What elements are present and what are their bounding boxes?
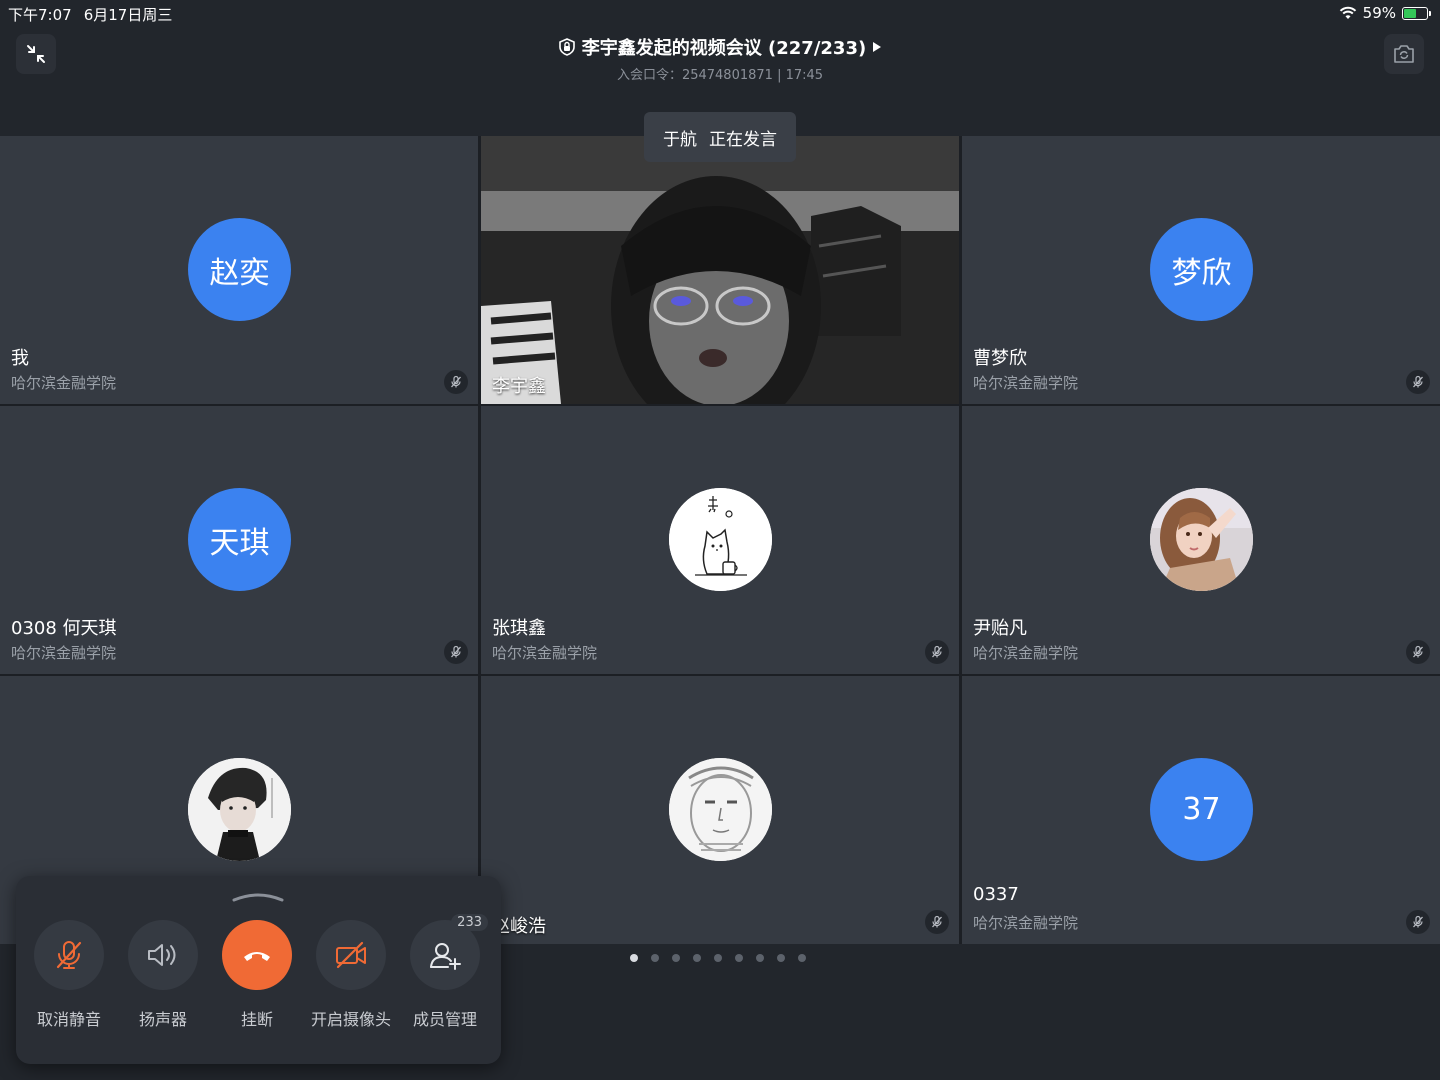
participant-name: 尹贻凡 xyxy=(973,618,1027,639)
participant-name: 0337 xyxy=(973,884,1019,905)
meeting-title-text: 李宇鑫发起的视频会议 (227/233) xyxy=(581,38,867,59)
page-dot[interactable] xyxy=(756,954,764,962)
battery-level xyxy=(1404,8,1416,18)
participant-avatar: 梦欣 xyxy=(1150,218,1253,321)
page-dot[interactable] xyxy=(777,954,785,962)
page-dot[interactable] xyxy=(630,954,638,962)
collapse-handle-icon[interactable] xyxy=(232,890,284,902)
participant-avatar-image xyxy=(669,758,772,861)
active-speaker-toast: 于航 正在发言 xyxy=(644,112,796,162)
active-speaker-status: 正在发言 xyxy=(709,129,777,150)
participant-name: 0308 何天琪 xyxy=(11,618,117,639)
members-control[interactable]: 233 成员管理 xyxy=(400,914,490,1030)
unmute-label: 取消静音 xyxy=(36,1010,101,1029)
participant-tile[interactable]: 尹贻凡 哈尔滨金融学院 xyxy=(962,406,1440,674)
members-label: 成员管理 xyxy=(412,1010,477,1029)
mic-off-icon xyxy=(56,941,82,969)
speaker-button[interactable] xyxy=(128,920,198,990)
camera-label: 开启摄像头 xyxy=(310,1010,391,1029)
participant-avatar: 天琪 xyxy=(188,488,291,591)
active-speaker-name: 于航 xyxy=(663,129,697,150)
camera-button[interactable] xyxy=(316,920,386,990)
member-count-badge: 233 xyxy=(451,914,488,931)
status-bar: 下午7:07 6月17日周三 59% xyxy=(0,0,1440,26)
unmute-button[interactable] xyxy=(34,920,104,990)
participant-tile[interactable]: 赵奕 我 哈尔滨金融学院 xyxy=(0,136,478,404)
participant-tile[interactable]: 赵峻浩 xyxy=(481,676,959,944)
participant-avatar-image xyxy=(188,758,291,861)
hangup-control[interactable]: 挂断 xyxy=(212,920,302,1030)
participant-avatar-image xyxy=(1150,488,1253,591)
speaker-icon xyxy=(148,944,176,966)
camera-flip-icon xyxy=(1394,45,1414,63)
participant-tile[interactable]: 天琪 0308 何天琪 哈尔滨金融学院 xyxy=(0,406,478,674)
muted-mic-icon xyxy=(444,640,468,664)
page-dot[interactable] xyxy=(714,954,722,962)
muted-mic-icon xyxy=(925,910,949,934)
pagination-dots[interactable] xyxy=(630,954,806,962)
speaker-label: 扬声器 xyxy=(138,1010,187,1029)
participant-avatar: 37 xyxy=(1150,758,1253,861)
meeting-title[interactable]: 李宇鑫发起的视频会议 (227/233) xyxy=(558,34,882,60)
participant-org: 哈尔滨金融学院 xyxy=(492,644,598,662)
participant-avatar: 赵奕 xyxy=(188,218,291,321)
page-dot[interactable] xyxy=(735,954,743,962)
participant-tile[interactable]: 37 0337 哈尔滨金融学院 xyxy=(962,676,1440,944)
camera-off-icon xyxy=(336,941,366,969)
muted-mic-icon xyxy=(1406,910,1430,934)
participant-org: 哈尔滨金融学院 xyxy=(973,914,1079,932)
minimize-button[interactable] xyxy=(16,34,56,74)
battery-icon xyxy=(1402,6,1431,20)
participant-name: 曹梦欣 xyxy=(973,348,1027,369)
participant-grid: 赵奕 我 哈尔滨金融学院 李宇鑫 梦欣 曹梦欣 哈尔滨金融学院 天琪 0308 … xyxy=(0,136,1440,944)
participant-org: 哈尔滨金融学院 xyxy=(973,374,1079,392)
participant-org: 哈尔滨金融学院 xyxy=(11,644,117,662)
photo-avatar xyxy=(188,758,291,861)
participant-avatar-image xyxy=(669,488,772,591)
page-dot[interactable] xyxy=(672,954,680,962)
control-panel: 取消静音 扬声器 挂断 开启摄像头 233 成员管理 xyxy=(16,876,501,1064)
participant-name: 我 xyxy=(11,348,29,369)
muted-mic-icon xyxy=(1406,640,1430,664)
play-triangle-icon xyxy=(873,42,882,52)
status-time-date: 下午7:07 6月17日周三 xyxy=(8,4,184,25)
switch-camera-button[interactable] xyxy=(1384,34,1424,74)
muted-mic-icon xyxy=(444,370,468,394)
video-frame-image xyxy=(481,136,959,404)
hangup-button[interactable] xyxy=(222,920,292,990)
unmute-control[interactable]: 取消静音 xyxy=(24,920,114,1030)
status-indicators: 59% xyxy=(1339,4,1431,22)
sketch-avatar xyxy=(669,758,772,861)
hangup-phone-icon xyxy=(244,952,270,961)
members-button[interactable]: 233 xyxy=(410,914,488,990)
page-dot[interactable] xyxy=(651,954,659,962)
video-feed xyxy=(481,136,959,404)
participant-name: 李宇鑫 xyxy=(492,376,546,397)
status-time: 下午7:07 xyxy=(8,6,72,24)
collapse-icon xyxy=(27,45,45,63)
participant-video-tile[interactable]: 李宇鑫 xyxy=(481,136,959,404)
speaker-control[interactable]: 扬声器 xyxy=(118,920,208,1030)
participant-tile[interactable]: 梦欣 曹梦欣 哈尔滨金融学院 xyxy=(962,136,1440,404)
photo-avatar xyxy=(1150,488,1253,591)
battery-percent: 59% xyxy=(1362,4,1396,22)
hangup-label: 挂断 xyxy=(240,1010,273,1029)
lock-shield-icon xyxy=(558,38,575,56)
page-dot[interactable] xyxy=(693,954,701,962)
participant-org: 哈尔滨金融学院 xyxy=(973,644,1079,662)
meeting-subtitle: 入会口令：25474801871 | 17:45 xyxy=(616,68,824,83)
participant-org: 哈尔滨金融学院 xyxy=(11,374,117,392)
meeting-screen: 下午7:07 6月17日周三 59% 李宇鑫发起的视频会议 (227/233) … xyxy=(0,0,1440,1080)
participant-tile[interactable]: 张琪鑫 哈尔滨金融学院 xyxy=(481,406,959,674)
muted-mic-icon xyxy=(1406,370,1430,394)
muted-mic-icon xyxy=(925,640,949,664)
page-dot[interactable] xyxy=(798,954,806,962)
wifi-icon xyxy=(1339,6,1356,19)
add-member-icon xyxy=(430,943,461,970)
camera-control[interactable]: 开启摄像头 xyxy=(306,920,396,1030)
participant-name: 张琪鑫 xyxy=(492,618,546,639)
status-date: 6月17日周三 xyxy=(83,6,173,24)
cartoon-cat-avatar xyxy=(669,488,772,591)
meeting-header: 李宇鑫发起的视频会议 (227/233) 入会口令：25474801871 | … xyxy=(420,34,1020,83)
